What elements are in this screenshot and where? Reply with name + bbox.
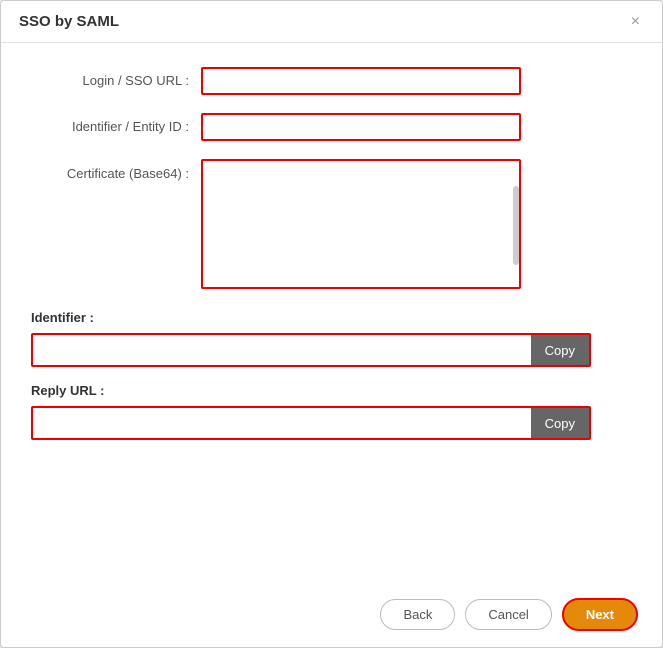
reply-url-section: Reply URL : Copy	[31, 383, 632, 440]
certificate-input[interactable]	[201, 159, 521, 289]
identifier-section: Identifier : Copy	[31, 310, 632, 367]
reply-url-section-label: Reply URL :	[31, 383, 632, 398]
dialog-footer: Back Cancel Next	[1, 586, 662, 647]
identifier-section-label: Identifier :	[31, 310, 632, 325]
dialog-header: SSO by SAML ×	[1, 1, 662, 43]
reply-url-copy-field: Copy	[31, 406, 591, 440]
cancel-button[interactable]: Cancel	[465, 599, 551, 630]
certificate-wrapper	[201, 159, 521, 292]
next-button[interactable]: Next	[562, 598, 638, 631]
certificate-row: Certificate (Base64) :	[31, 159, 632, 292]
identifier-copy-field: Copy	[31, 333, 591, 367]
sso-saml-dialog: SSO by SAML × Login / SSO URL : Identifi…	[0, 0, 663, 648]
dialog-body: Login / SSO URL : Identifier / Entity ID…	[1, 43, 662, 586]
login-sso-url-input[interactable]	[201, 67, 521, 95]
close-button[interactable]: ×	[627, 14, 644, 30]
identifier-entity-id-label: Identifier / Entity ID :	[31, 113, 201, 141]
login-sso-url-label: Login / SSO URL :	[31, 67, 201, 95]
dialog-title: SSO by SAML	[19, 13, 119, 30]
identifier-entity-id-input[interactable]	[201, 113, 521, 141]
back-button[interactable]: Back	[380, 599, 455, 630]
login-sso-url-row: Login / SSO URL :	[31, 67, 632, 95]
reply-url-value-input[interactable]	[33, 408, 531, 438]
identifier-copy-button[interactable]: Copy	[531, 335, 589, 365]
identifier-value-input[interactable]	[33, 335, 531, 365]
identifier-entity-id-row: Identifier / Entity ID :	[31, 113, 632, 141]
reply-url-copy-button[interactable]: Copy	[531, 408, 589, 438]
certificate-label: Certificate (Base64) :	[31, 159, 201, 183]
